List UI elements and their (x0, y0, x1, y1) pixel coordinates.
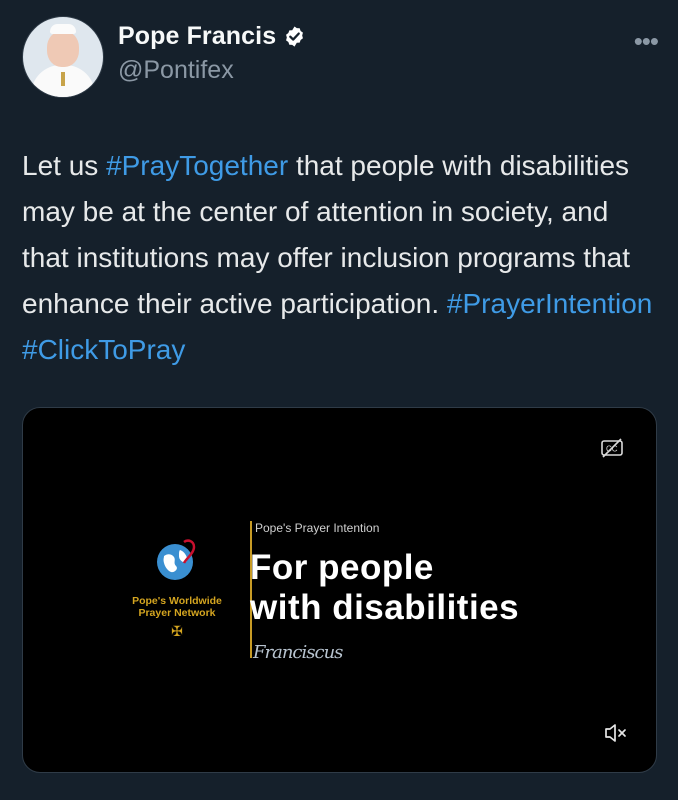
video-title: For people with disabilities (250, 548, 519, 628)
author-identity: Pope Francis @Pontifex (118, 22, 306, 85)
globe-heart-icon (157, 539, 196, 580)
hashtag-praytogether[interactable]: #PrayTogether (106, 150, 288, 181)
verified-badge-icon (286, 26, 304, 47)
video-player[interactable]: CC Pope's Worldwide Prayer Network ✠ Pop… (22, 407, 657, 773)
video-title-line: For people (250, 548, 434, 587)
handle[interactable]: @Pontifex (118, 56, 306, 85)
prayer-network-logo: Pope's Worldwide Prayer Network ✠ (131, 538, 223, 640)
avatar[interactable] (22, 16, 104, 98)
avatar-zucchetto (50, 24, 76, 34)
hashtag-clicktopray[interactable]: #ClickToPray (22, 334, 185, 365)
hashtag-prayerintention[interactable]: #PrayerIntention (447, 288, 652, 319)
video-subtitle: Pope's Prayer Intention (255, 521, 380, 535)
prayer-network-name: Pope's Worldwide Prayer Network (132, 595, 222, 619)
closed-captions-off-icon[interactable]: CC (600, 436, 624, 460)
handwritten-signature: Franciscus (253, 642, 343, 663)
tweet-text-segment: Let us (22, 150, 107, 181)
avatar-face (47, 31, 79, 67)
more-options-icon[interactable]: ••• (634, 26, 659, 57)
video-title-line: with disabilities (250, 588, 520, 627)
name-row: Pope Francis (118, 22, 306, 51)
volume-muted-icon[interactable] (604, 722, 628, 744)
tweet-text: Let us #PrayTogether that people with di… (22, 143, 662, 373)
avatar-pectoral-cross (61, 72, 65, 86)
papal-keys-icon: ✠ (171, 623, 183, 639)
tweet-header: Pope Francis @Pontifex ••• (22, 16, 659, 100)
display-name[interactable]: Pope Francis (118, 22, 276, 51)
